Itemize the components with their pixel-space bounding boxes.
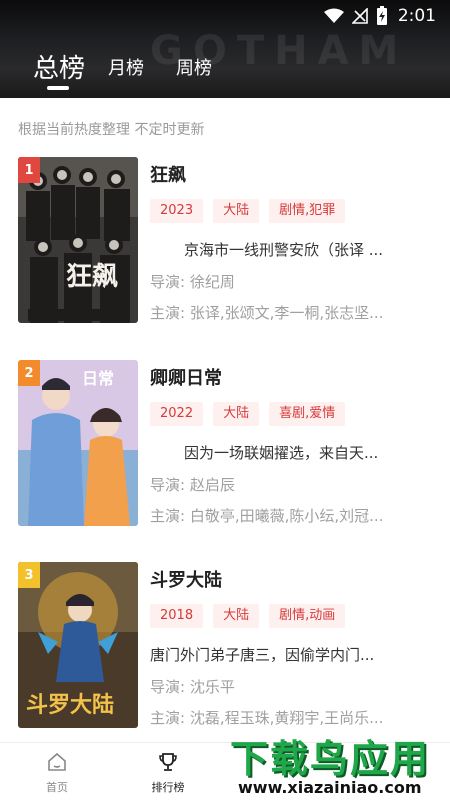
wifi-icon bbox=[323, 8, 344, 23]
nav-ranking[interactable]: 排行榜 bbox=[128, 743, 208, 801]
svg-text:日常: 日常 bbox=[82, 369, 114, 388]
status-bar: 2:01 bbox=[323, 5, 436, 27]
cast-line: 主演: 白敬亭,田曦薇,陈小纭,刘冠... bbox=[150, 505, 412, 526]
battery-charging-icon bbox=[376, 6, 387, 25]
director-line: 导演: 赵启辰 bbox=[150, 474, 412, 495]
svg-text:狂飙: 狂飙 bbox=[66, 262, 118, 292]
tag-genre: 剧情,犯罪 bbox=[269, 199, 346, 223]
tag-year: 2022 bbox=[150, 402, 204, 426]
director-label: 导演: bbox=[150, 678, 186, 696]
tag-year: 2023 bbox=[150, 199, 204, 223]
svg-text:斗罗大陆: 斗罗大陆 bbox=[26, 693, 114, 718]
ranking-subtitle: 根据当前热度整理 不定时更新 bbox=[18, 122, 205, 138]
item-title[interactable]: 卿卿日常 bbox=[150, 364, 222, 390]
tag-list: 2022 大陆 喜剧,爱情 bbox=[150, 402, 346, 426]
tag-list: 2018 大陆 剧情,动画 bbox=[150, 604, 346, 628]
list-item[interactable]: 斗罗大陆 3 斗罗大陆 2018 大陆 剧情,动画 唐门外门弟子唐三，因偷学内门… bbox=[0, 562, 450, 742]
tab-bar: 总榜 月榜 周榜 bbox=[0, 44, 450, 94]
cast-label: 主演: bbox=[150, 304, 186, 322]
cast-label: 主演: bbox=[150, 709, 186, 727]
director-name: 沈乐平 bbox=[189, 678, 235, 696]
cast-names: 白敬亭,田曦薇,陈小纭,刘冠... bbox=[189, 507, 384, 525]
poster-image[interactable]: 斗罗大陆 3 bbox=[18, 562, 138, 728]
tag-region: 大陆 bbox=[213, 402, 260, 426]
tag-genre: 喜剧,爱情 bbox=[269, 402, 346, 426]
watermark-url: www.xiazainiao.com bbox=[238, 778, 422, 797]
item-description: 唐门外门弟子唐三，因偷学内门... bbox=[150, 646, 375, 664]
status-time: 2:01 bbox=[397, 6, 436, 26]
tab-weekly[interactable]: 周榜 bbox=[176, 54, 212, 80]
director-line: 导演: 沈乐平 bbox=[150, 676, 412, 697]
cast-names: 张译,张颂文,李一桐,张志坚... bbox=[189, 304, 384, 322]
item-title[interactable]: 斗罗大陆 bbox=[150, 566, 222, 592]
tab-monthly[interactable]: 月榜 bbox=[108, 54, 144, 80]
watermark-logo: 下载鸟应用 www.xiazainiao.com bbox=[220, 724, 450, 800]
director-name: 徐纪周 bbox=[189, 273, 235, 291]
tag-region: 大陆 bbox=[213, 604, 260, 628]
home-icon bbox=[48, 752, 66, 771]
poster-image[interactable]: 狂飙 1 bbox=[18, 157, 138, 323]
director-name: 赵启辰 bbox=[189, 476, 235, 494]
tag-genre: 剧情,动画 bbox=[269, 604, 346, 628]
tag-region: 大陆 bbox=[213, 199, 260, 223]
list-item[interactable]: 狂飙 1 狂飙 2023 大陆 剧情,犯罪 京海市一线刑警安欣（张译 ... 导… bbox=[0, 157, 450, 337]
rank-badge: 1 bbox=[18, 157, 40, 183]
cast-label: 主演: bbox=[150, 507, 186, 525]
item-description: 因为一场联姻擢选，来自天... bbox=[184, 444, 379, 462]
director-label: 导演: bbox=[150, 476, 186, 494]
rank-badge: 2 bbox=[18, 360, 40, 386]
header: GOTHAM 2:01 总榜 月榜 周榜 bbox=[0, 0, 450, 98]
nav-ranking-label: 排行榜 bbox=[151, 781, 185, 794]
active-tab-indicator bbox=[47, 86, 69, 90]
tag-year: 2018 bbox=[150, 604, 204, 628]
rank-badge: 3 bbox=[18, 562, 40, 588]
item-description: 京海市一线刑警安欣（张译 ... bbox=[184, 241, 384, 259]
tag-list: 2023 大陆 剧情,犯罪 bbox=[150, 199, 346, 223]
item-title[interactable]: 狂飙 bbox=[150, 161, 186, 187]
nav-home[interactable]: 首页 bbox=[17, 743, 97, 801]
cast-line: 主演: 张译,张颂文,李一桐,张志坚... bbox=[150, 302, 412, 323]
trophy-icon bbox=[159, 753, 177, 771]
watermark-brand: 下载鸟应用 bbox=[230, 737, 431, 781]
director-label: 导演: bbox=[150, 273, 186, 291]
no-signal-icon bbox=[351, 8, 368, 24]
poster-image[interactable]: 日常 2 bbox=[18, 360, 138, 526]
director-line: 导演: 徐纪周 bbox=[150, 271, 412, 292]
list-item[interactable]: 日常 2 卿卿日常 2022 大陆 喜剧,爱情 因为一场联姻擢选，来自天... … bbox=[0, 360, 450, 540]
nav-home-label: 首页 bbox=[46, 781, 68, 794]
tab-overall[interactable]: 总榜 bbox=[33, 48, 85, 85]
